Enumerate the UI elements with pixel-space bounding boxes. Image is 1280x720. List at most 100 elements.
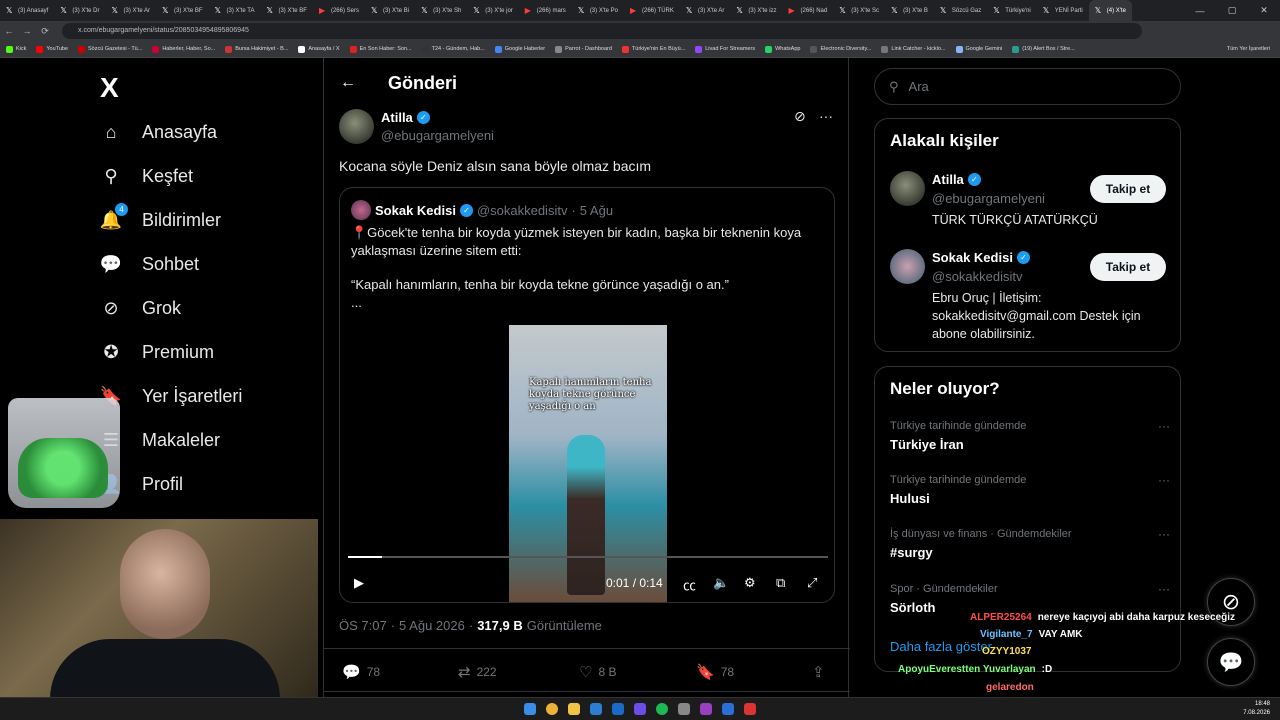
back-arrow-icon[interactable]: ← bbox=[0, 26, 18, 36]
browser-tab[interactable]: 𝕏 (3) X'te Bi bbox=[365, 0, 415, 21]
bookmark-item[interactable]: Electronic Diversity... bbox=[810, 45, 871, 53]
author-avatar[interactable] bbox=[339, 109, 374, 144]
browser-tab[interactable]: 𝕏 (3) X'te BF bbox=[260, 0, 313, 21]
browser-tab[interactable]: 𝕏 (4) X'te bbox=[1088, 0, 1132, 21]
obs-icon[interactable] bbox=[744, 703, 756, 715]
sidebar-item-premium[interactable]: ✪ Premium bbox=[100, 341, 214, 363]
author-handle[interactable]: @ebugargamelyeni bbox=[381, 128, 494, 143]
volume-icon[interactable]: 🔈 bbox=[713, 575, 729, 591]
bookmark-button[interactable]: 🔖 78 bbox=[696, 663, 734, 681]
bookmark-item[interactable]: (19) Alert Box / Stre... bbox=[1012, 45, 1075, 53]
browser-tab[interactable]: 𝕏 (3) X'te Po bbox=[572, 0, 624, 21]
bookmark-item[interactable]: Bursa Hakimiyet - B... bbox=[225, 45, 288, 53]
person-name[interactable]: Atilla ✓ bbox=[932, 172, 981, 187]
person-name[interactable]: Sokak Kedisi ✓ bbox=[932, 250, 1030, 265]
trend-name[interactable]: #surgy bbox=[890, 545, 933, 560]
browser-tab[interactable]: 𝕏 (3) X'te Sh bbox=[415, 0, 467, 21]
video-progress-bar[interactable] bbox=[348, 556, 828, 558]
pip-icon[interactable]: ⧉ bbox=[776, 575, 785, 591]
bookmark-item[interactable]: Sözcü Gazetesi - Tü... bbox=[78, 45, 142, 53]
sidebar-item-grok[interactable]: ⊘ Grok bbox=[100, 297, 181, 319]
app-icon[interactable] bbox=[700, 703, 712, 715]
reply-button[interactable]: 💬 78 bbox=[342, 663, 380, 681]
play-icon[interactable]: ▶ bbox=[354, 575, 364, 591]
browser-tab[interactable]: ▶ (266) mars bbox=[519, 0, 572, 21]
browser-tab[interactable]: ▶ (266) TÜRK bbox=[624, 0, 680, 21]
browser-tab[interactable]: 𝕏 (3) Anasayf bbox=[0, 0, 54, 21]
bookmark-item[interactable]: Livad For Streamers bbox=[695, 45, 755, 53]
quoted-post[interactable]: Sokak Kedisi ✓ @sokakkedisitv · 5 Ağu 📍G… bbox=[339, 187, 835, 603]
bookmark-item[interactable]: Türkiye'nin En Büyü... bbox=[621, 45, 685, 53]
browser-tab[interactable]: 𝕏 (3) X'te TA bbox=[209, 0, 261, 21]
bookmark-item[interactable]: YouTube bbox=[36, 45, 68, 53]
more-options-icon[interactable]: ··· bbox=[1158, 473, 1170, 487]
bookmark-item[interactable]: Parrot - Dashboard bbox=[555, 45, 612, 53]
browser-tab[interactable]: 𝕏 (3) X'te Sc bbox=[833, 0, 885, 21]
sidebar-item-chat[interactable]: 💬 Sohbet bbox=[100, 253, 199, 275]
browser-tab[interactable]: 𝕏 (3) X'te Ar bbox=[106, 0, 157, 21]
bookmark-item[interactable]: T24 - Gündem, Hab... bbox=[421, 45, 485, 53]
x-logo[interactable]: X bbox=[100, 72, 119, 104]
close-icon[interactable]: ✕ bbox=[1248, 0, 1280, 21]
search-input[interactable]: ⚲ Ara bbox=[874, 68, 1181, 105]
avatar[interactable] bbox=[890, 249, 925, 284]
browser-tab[interactable]: 𝕏 (3) X'te izz bbox=[730, 0, 782, 21]
browser-tab[interactable]: 𝕏 (3) X'te Dr bbox=[54, 0, 105, 21]
video-player[interactable]: Kapalı hanımların tenha koyda tekne görü… bbox=[509, 325, 667, 602]
show-more-link[interactable]: Daha fazla göster bbox=[890, 639, 992, 654]
fullscreen-icon[interactable]: ⤢ bbox=[807, 575, 817, 591]
bookmark-item[interactable]: Google Gemini bbox=[955, 45, 1002, 53]
browser-tab[interactable]: 𝕏 Sözcü Gaz bbox=[934, 0, 987, 21]
browser-tab[interactable]: 𝕏 (3) X'te B bbox=[885, 0, 934, 21]
messages-fab[interactable]: 💬 bbox=[1207, 638, 1255, 686]
trend-name[interactable]: Sörloth bbox=[890, 600, 936, 615]
spotify-icon[interactable] bbox=[656, 703, 668, 715]
captions-icon[interactable]: ㏄ bbox=[683, 575, 696, 594]
like-button[interactable]: ♡ 8 B bbox=[579, 663, 616, 681]
sidebar-item-home[interactable]: ⌂ Anasayfa bbox=[100, 121, 218, 143]
discord-icon[interactable] bbox=[634, 703, 646, 715]
trend-name[interactable]: Türkiye İran bbox=[890, 437, 964, 452]
follow-button[interactable]: Takip et bbox=[1090, 253, 1166, 281]
more-options-icon[interactable]: ··· bbox=[1158, 582, 1170, 596]
repost-button[interactable]: ⇄ 222 bbox=[458, 663, 497, 681]
bookmark-item[interactable]: WhatsApp bbox=[765, 45, 800, 53]
folder-icon[interactable] bbox=[568, 703, 580, 715]
browser-tab[interactable]: ▶ (266) Nad bbox=[783, 0, 834, 21]
person-handle[interactable]: @ebugargamelyeni bbox=[932, 191, 1045, 206]
more-options-icon[interactable]: ··· bbox=[1158, 419, 1170, 433]
all-bookmarks-link[interactable]: Tüm Yer İşaretleri bbox=[1227, 46, 1280, 52]
sidebar-item-search[interactable]: ⚲ Keşfet bbox=[100, 165, 193, 187]
bookmark-item[interactable]: Anasayfa / X bbox=[298, 45, 340, 53]
grok-icon[interactable]: ⊘ bbox=[794, 108, 806, 125]
forward-arrow-icon[interactable]: → bbox=[18, 26, 36, 36]
sidebar-item-bell[interactable]: 🔔 4 Bildirimler bbox=[100, 203, 221, 231]
bookmark-item[interactable]: Haberler, Haber, So... bbox=[152, 45, 215, 53]
browser-tab[interactable]: ▶ (266) Sers bbox=[313, 0, 365, 21]
avatar[interactable] bbox=[890, 171, 925, 206]
bookmark-item[interactable]: En Son Haber: Son... bbox=[349, 45, 412, 53]
minimize-icon[interactable]: — bbox=[1184, 0, 1216, 21]
follow-button[interactable]: Takip et bbox=[1090, 175, 1166, 203]
trend-name[interactable]: Hulusi bbox=[890, 491, 930, 506]
sidebar-item-bookmark[interactable]: 🔖 Yer İşaretleri bbox=[100, 385, 243, 407]
browser-tab[interactable]: 𝕏 YENİ Parti bbox=[1037, 0, 1089, 21]
browser-tab[interactable]: 𝕏 (3) X'te Ar bbox=[680, 0, 731, 21]
system-clock[interactable]: 18:48 7.08.2026 bbox=[1243, 700, 1270, 718]
bookmark-item[interactable]: Kick bbox=[6, 45, 26, 53]
back-arrow-icon[interactable]: ← bbox=[340, 74, 356, 92]
more-options-icon[interactable]: ··· bbox=[1158, 527, 1170, 541]
maximize-icon[interactable]: ▢ bbox=[1216, 0, 1248, 21]
author-name[interactable]: Atilla ✓ bbox=[381, 110, 430, 125]
app-icon[interactable] bbox=[678, 703, 690, 715]
browser-tab[interactable]: 𝕏 (3) X'te jor bbox=[467, 0, 519, 21]
steam-icon[interactable] bbox=[612, 703, 624, 715]
bookmark-item[interactable]: Google Haberler bbox=[494, 45, 545, 53]
bookmark-item[interactable]: Link Catcher - kicklo... bbox=[881, 45, 946, 53]
app-icon[interactable] bbox=[722, 703, 734, 715]
app-icon[interactable] bbox=[590, 703, 602, 715]
person-handle[interactable]: @sokakkedisitv bbox=[932, 269, 1023, 284]
windows-start-icon[interactable] bbox=[524, 703, 536, 715]
share-button[interactable]: ⇪ bbox=[812, 663, 825, 681]
browser-tab[interactable]: 𝕏 Türkiye'ni bbox=[987, 0, 1037, 21]
